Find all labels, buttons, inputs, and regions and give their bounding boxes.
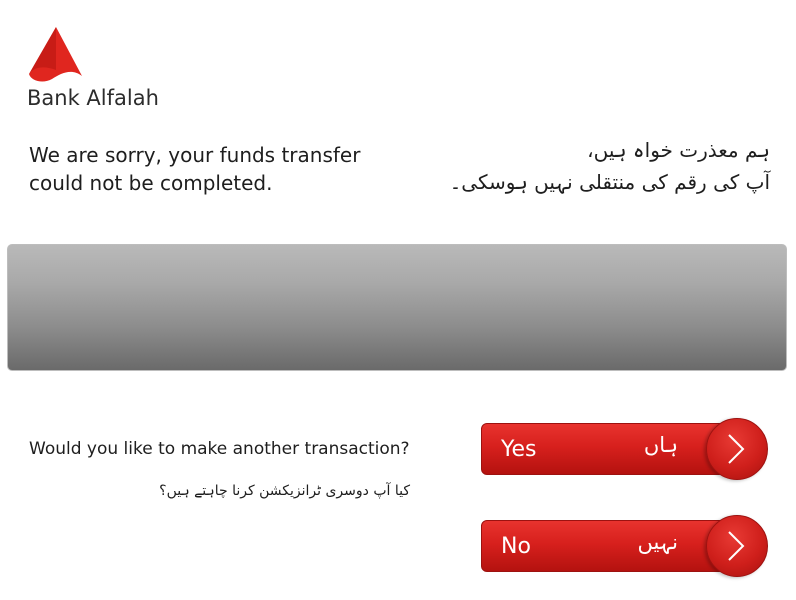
brand-name: Bank Alfalah: [27, 86, 159, 110]
no-button-arrow-circle[interactable]: [706, 515, 768, 577]
chevron-right-icon: [728, 531, 745, 561]
no-button[interactable]: No نہیں: [481, 515, 768, 577]
yes-button-arrow-circle[interactable]: [706, 418, 768, 480]
yes-button-label-urdu: ہاں: [643, 433, 678, 457]
error-message-urdu: ہم معذرت خواہ ہیں، آپ کی رقم کی منتقلی ن…: [430, 134, 770, 198]
status-panel: [7, 244, 787, 371]
chevron-right-icon: [728, 434, 745, 464]
yes-button[interactable]: Yes ہاں: [481, 418, 768, 480]
another-transaction-question-urdu: کیا آپ دوسری ٹرانزیکشن کرنا چاہتے ہیں؟: [159, 483, 410, 499]
yes-button-label-english: Yes: [501, 437, 537, 462]
bank-alfalah-logo-icon: [29, 27, 82, 82]
no-button-label-english: No: [501, 534, 531, 559]
no-button-label-urdu: نہیں: [637, 530, 678, 554]
error-message-english-line1: We are sorry, your funds transfer: [29, 143, 361, 167]
error-message-urdu-line1: ہم معذرت خواہ ہیں،: [587, 138, 770, 162]
error-message-english: We are sorry, your funds transfer could …: [29, 141, 409, 197]
error-message-urdu-line2: آپ کی رقم کی منتقلی نہیں ہوسکی۔: [449, 170, 770, 194]
another-transaction-question-english: Would you like to make another transacti…: [29, 439, 410, 459]
error-message-english-line2: could not be completed.: [29, 171, 273, 195]
